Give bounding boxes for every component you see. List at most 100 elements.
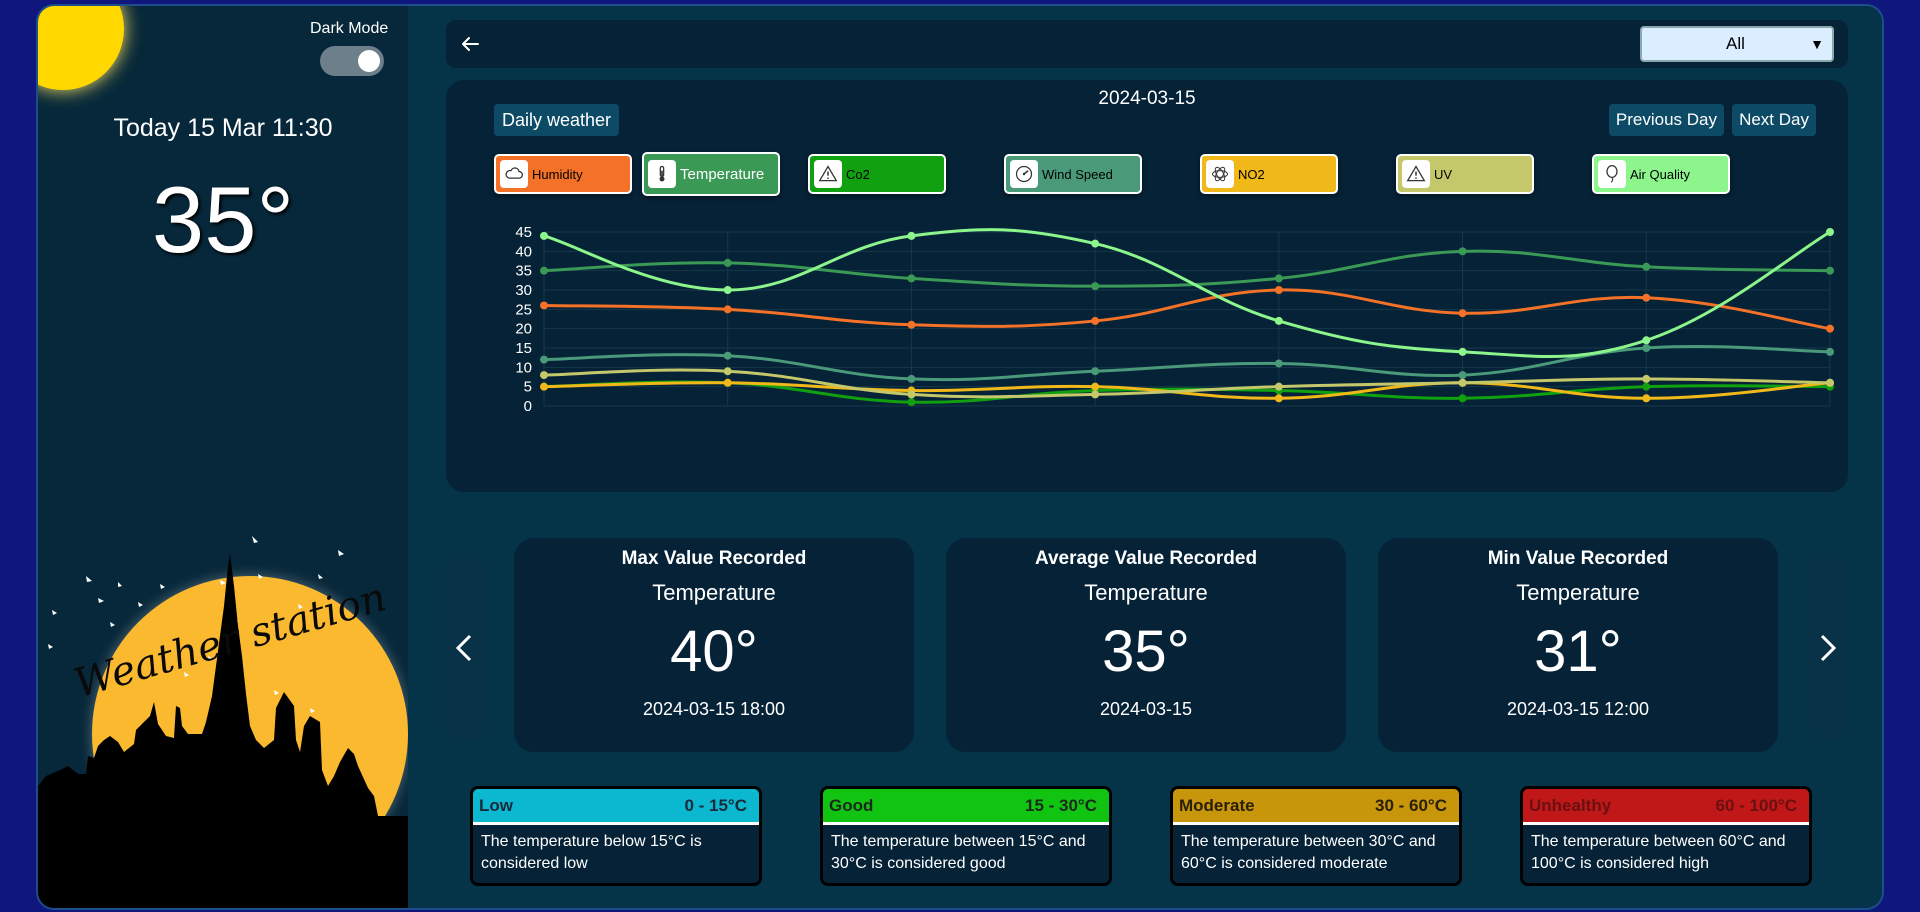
filter-select[interactable]: All ▼ bbox=[1640, 26, 1834, 62]
legend-label: Wind Speed bbox=[1042, 166, 1113, 182]
level-description: The temperature between 15°C and 30°C is… bbox=[831, 833, 1086, 872]
data-point-uv bbox=[1826, 378, 1834, 387]
filter-select-value: All bbox=[1726, 34, 1745, 53]
level-name: Low bbox=[479, 795, 513, 815]
card-value: 31° bbox=[1534, 619, 1622, 684]
level-range: 30 - 60°C bbox=[1374, 795, 1447, 815]
data-point-temperature bbox=[1274, 274, 1283, 283]
y-tick-label: 20 bbox=[515, 321, 532, 338]
weather-line-chart: 0 5 10 15 20 25 30 35 40 45 3 6 9 12 15 18 21 24 bbox=[515, 224, 1838, 420]
data-point-humidity bbox=[1458, 309, 1467, 318]
data-point-temperature bbox=[1458, 247, 1467, 256]
data-point-air-quality bbox=[907, 231, 916, 240]
data-point-wind-speed bbox=[907, 374, 916, 383]
data-point-temperature bbox=[907, 274, 916, 283]
toggle-knob bbox=[358, 50, 380, 72]
legend-label: Temperature bbox=[680, 165, 765, 183]
y-tick-label: 35 bbox=[515, 263, 532, 280]
level-card-moderate: Moderate 30 - 60°C The temperature between… bbox=[1170, 786, 1462, 886]
series-line-wind-speed bbox=[543, 345, 1831, 382]
app-frame: Dark Mode Today 15 Mar 11:30 35° Weather… bbox=[36, 4, 1884, 910]
x-tick-label: 21 bbox=[1638, 419, 1655, 420]
data-point-air-quality bbox=[1091, 239, 1100, 248]
data-point-uv bbox=[1091, 390, 1100, 399]
legend-toggle-uv[interactable]: UV bbox=[1396, 154, 1534, 194]
y-tick-label: 30 bbox=[515, 282, 532, 299]
data-point-uv bbox=[907, 390, 916, 399]
card-timestamp: 2024-03-15 12:00 bbox=[1506, 699, 1650, 719]
series-line-air-quality bbox=[543, 228, 1831, 359]
back-arrow-icon[interactable] bbox=[458, 32, 482, 56]
data-point-temperature bbox=[1826, 266, 1834, 275]
y-tick-label: 5 bbox=[524, 379, 532, 396]
gauge-icon bbox=[1010, 160, 1038, 188]
card-value: 35° bbox=[1102, 619, 1190, 684]
data-point-uv bbox=[540, 371, 548, 380]
data-point-uv bbox=[1642, 374, 1651, 383]
y-tick-label: 40 bbox=[515, 243, 532, 260]
data-point-uv bbox=[1458, 378, 1467, 387]
next-day-button[interactable]: Next Day bbox=[1732, 104, 1816, 136]
level-card-unhealthy: Unhealthy 60 - 100°C The temperature betwe… bbox=[1520, 786, 1812, 886]
x-tick-label: 9 bbox=[907, 419, 915, 420]
level-name: Moderate bbox=[1179, 795, 1255, 815]
level-header: Unhealthy 60 - 100°C bbox=[1523, 789, 1809, 825]
top-bar: All ▼ bbox=[446, 20, 1848, 68]
data-point-wind-speed bbox=[1458, 371, 1467, 380]
x-tick-label: 6 bbox=[724, 419, 732, 420]
data-point-wind-speed bbox=[1274, 359, 1283, 368]
dark-mode-toggle[interactable] bbox=[320, 46, 384, 76]
data-point-air-quality bbox=[1274, 316, 1283, 325]
level-range: 0 - 15°C bbox=[684, 795, 747, 815]
legend-label: UV bbox=[1434, 166, 1453, 182]
data-point-no2 bbox=[1091, 382, 1100, 391]
level-name: Good bbox=[829, 795, 874, 815]
max-value-card: Max Value Recorded Temperature 40° 2024-… bbox=[514, 538, 914, 752]
data-point-humidity bbox=[1091, 316, 1100, 325]
legend-toggle-temperature[interactable]: Temperature bbox=[642, 152, 780, 196]
level-card-good: Good 15 - 30°C The temperature between 15°… bbox=[820, 786, 1112, 886]
level-header: Low 0 - 15°C bbox=[473, 789, 759, 825]
legend-toggle-air-quality[interactable]: Air Quality bbox=[1592, 154, 1730, 194]
x-tick-label: 18 bbox=[1454, 419, 1471, 420]
card-timestamp: 2024-03-15 bbox=[1099, 699, 1193, 719]
card-value: 40° bbox=[670, 619, 758, 684]
card-metric: Temperature bbox=[1084, 580, 1208, 605]
legend-label: Humidity bbox=[532, 166, 583, 182]
data-point-co2 bbox=[907, 398, 916, 407]
data-point-humidity bbox=[1642, 293, 1651, 302]
level-range: 60 - 100°C bbox=[1715, 795, 1797, 815]
data-point-air-quality bbox=[1458, 347, 1467, 356]
previous-day-button[interactable]: Previous Day bbox=[1608, 104, 1724, 136]
data-point-no2 bbox=[1274, 394, 1283, 403]
legend-toggle-co2[interactable]: Co2 bbox=[808, 154, 946, 194]
data-point-air-quality bbox=[1642, 336, 1651, 345]
card-metric: Temperature bbox=[652, 580, 776, 605]
data-point-no2 bbox=[540, 382, 548, 391]
legend-toggle-wind-speed[interactable]: Wind Speed bbox=[1004, 154, 1142, 194]
daily-weather-tab[interactable]: Daily weather bbox=[494, 104, 620, 136]
data-point-co2 bbox=[1458, 394, 1467, 403]
data-point-wind-speed bbox=[540, 355, 548, 364]
chart-panel: 2024-03-15 Daily weather Previous Day Ne… bbox=[446, 80, 1848, 492]
carousel-prev-icon[interactable] bbox=[452, 628, 476, 668]
level-name: Unhealthy bbox=[1529, 795, 1612, 815]
y-tick-label: 25 bbox=[515, 301, 532, 318]
data-point-co2 bbox=[1642, 382, 1651, 391]
data-point-no2 bbox=[723, 378, 732, 387]
level-description: The temperature between 60°C and 100°C i… bbox=[1531, 833, 1786, 872]
carousel-next-icon[interactable] bbox=[1816, 628, 1840, 668]
data-point-humidity bbox=[1826, 324, 1834, 333]
y-tick-label: 15 bbox=[515, 340, 532, 357]
level-header: Moderate 30 - 60°C bbox=[1173, 789, 1459, 825]
card-title: Max Value Recorded bbox=[621, 548, 807, 569]
data-point-humidity bbox=[723, 305, 732, 314]
data-point-wind-speed bbox=[1826, 347, 1834, 356]
legend-label: NO2 bbox=[1238, 166, 1265, 182]
sun-decoration bbox=[38, 6, 124, 90]
data-point-wind-speed bbox=[723, 351, 732, 360]
legend-toggle-no2[interactable]: NO2 bbox=[1200, 154, 1338, 194]
data-point-wind-speed bbox=[1091, 367, 1100, 376]
legend-toggle-humidity[interactable]: Humidity bbox=[494, 154, 632, 194]
chevron-down-icon: ▼ bbox=[1810, 36, 1824, 52]
